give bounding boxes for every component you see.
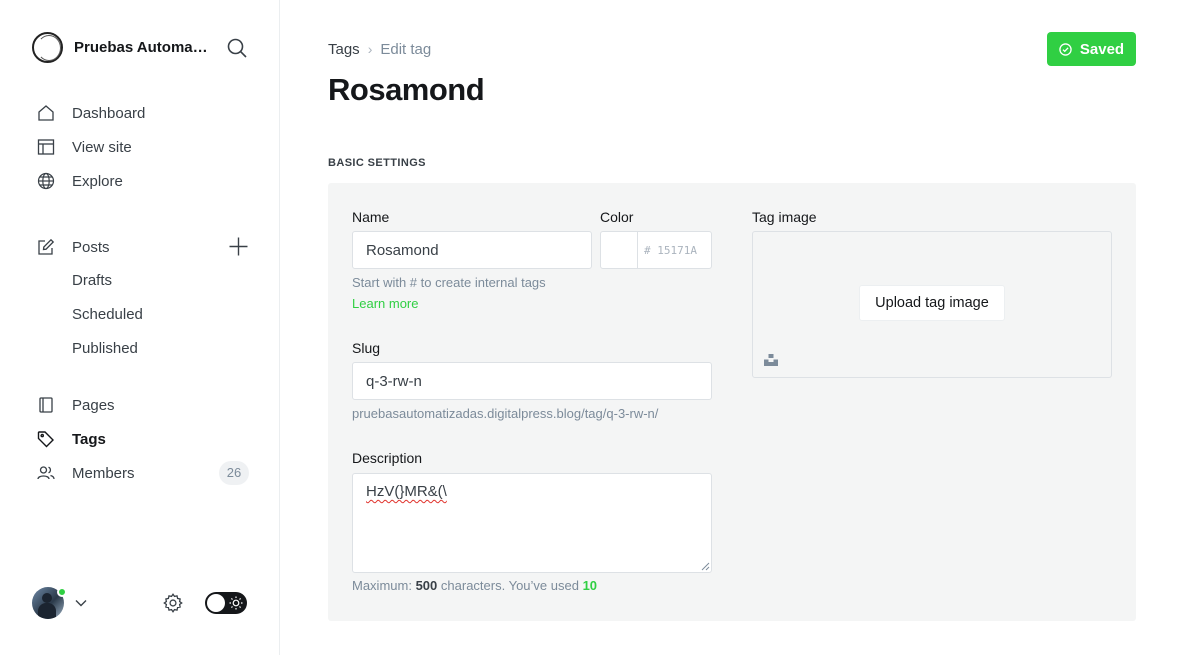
site-name: Pruebas Automatizadas bbox=[74, 39, 212, 56]
name-hint: Start with # to create internal tags bbox=[352, 275, 546, 290]
globe-icon bbox=[36, 171, 56, 191]
saved-button-label: Saved bbox=[1079, 40, 1125, 58]
members-icon bbox=[36, 463, 56, 483]
color-hex-input[interactable]: # 15171A bbox=[637, 231, 712, 269]
slug-field[interactable]: q-3-rw-n bbox=[352, 362, 712, 400]
toggle-knob bbox=[207, 594, 225, 612]
counter-max: 500 bbox=[415, 578, 438, 593]
resize-handle-icon[interactable] bbox=[700, 561, 710, 571]
tag-icon bbox=[36, 429, 56, 449]
nav-view-site[interactable]: View site bbox=[36, 135, 132, 159]
new-post-plus-icon[interactable] bbox=[228, 236, 249, 257]
breadcrumb-tags-link[interactable]: Tags bbox=[328, 41, 360, 58]
members-count-badge: 26 bbox=[219, 461, 249, 485]
name-label: Name bbox=[352, 209, 390, 225]
nav-explore-label: Explore bbox=[72, 172, 123, 190]
counter-middle: characters. You’ve used bbox=[440, 578, 579, 593]
page-title: Rosamond bbox=[328, 72, 485, 107]
breadcrumb: Tags › Edit tag bbox=[328, 40, 431, 58]
nav-members-label: Members bbox=[72, 464, 135, 482]
chevron-down-icon[interactable] bbox=[74, 596, 88, 610]
sidebar: Pruebas Automatizadas Dashboard View sit… bbox=[0, 0, 280, 655]
color-swatch[interactable] bbox=[600, 231, 638, 269]
nav-posts-label: Posts bbox=[72, 238, 110, 256]
counter-prefix: Maximum: bbox=[352, 578, 412, 593]
home-icon bbox=[36, 103, 56, 123]
chevron-right-icon: › bbox=[367, 41, 373, 57]
name-field[interactable]: Rosamond bbox=[352, 231, 592, 269]
theme-toggle[interactable] bbox=[205, 592, 247, 614]
slug-url-hint: pruebasautomatizadas.digitalpress.blog/t… bbox=[352, 406, 659, 421]
slug-label: Slug bbox=[352, 340, 381, 356]
nav-members[interactable]: Members bbox=[36, 461, 135, 485]
unsplash-icon[interactable] bbox=[764, 353, 778, 367]
upload-tag-image-button[interactable]: Upload tag image bbox=[859, 285, 1005, 321]
sun-icon bbox=[229, 596, 243, 610]
nav-dashboard-label: Dashboard bbox=[72, 104, 146, 122]
site-brand[interactable]: Pruebas Automatizadas bbox=[32, 32, 212, 63]
gear-icon[interactable] bbox=[162, 592, 184, 614]
nav-pages[interactable]: Pages bbox=[36, 393, 115, 417]
online-status-dot bbox=[57, 587, 67, 597]
saved-button[interactable]: Saved bbox=[1047, 32, 1136, 66]
nav-tags[interactable]: Tags bbox=[36, 427, 106, 451]
description-textarea[interactable]: HzV(}MR&(\ bbox=[352, 473, 712, 573]
search-icon[interactable] bbox=[226, 37, 248, 59]
nav-posts[interactable]: Posts bbox=[36, 235, 110, 259]
breadcrumb-current: Edit tag bbox=[380, 40, 432, 58]
description-label: Description bbox=[352, 450, 423, 466]
site-logo-icon bbox=[32, 32, 63, 63]
check-circle-icon bbox=[1059, 42, 1072, 56]
edit-icon bbox=[36, 237, 56, 257]
nav-scheduled[interactable]: Scheduled bbox=[72, 303, 143, 327]
counter-used: 10 bbox=[582, 578, 598, 593]
layout-icon bbox=[36, 137, 56, 157]
nav-tags-label: Tags bbox=[72, 430, 106, 448]
tag-image-label: Tag image bbox=[752, 209, 817, 225]
learn-more-link[interactable]: Learn more bbox=[352, 296, 418, 311]
description-counter: Maximum: 500 characters. You’ve used 10 bbox=[352, 578, 597, 593]
nav-pages-label: Pages bbox=[72, 396, 115, 414]
section-label-basic-settings: BASIC SETTINGS bbox=[328, 157, 426, 169]
nav-drafts[interactable]: Drafts bbox=[72, 269, 112, 293]
nav-view-site-label: View site bbox=[72, 138, 132, 156]
nav-explore[interactable]: Explore bbox=[36, 169, 123, 193]
nav-dashboard[interactable]: Dashboard bbox=[36, 101, 145, 125]
pages-icon bbox=[36, 395, 56, 415]
color-label: Color bbox=[600, 209, 634, 225]
nav-published[interactable]: Published bbox=[72, 337, 138, 361]
description-value: HzV(}MR&(\ bbox=[366, 483, 447, 500]
